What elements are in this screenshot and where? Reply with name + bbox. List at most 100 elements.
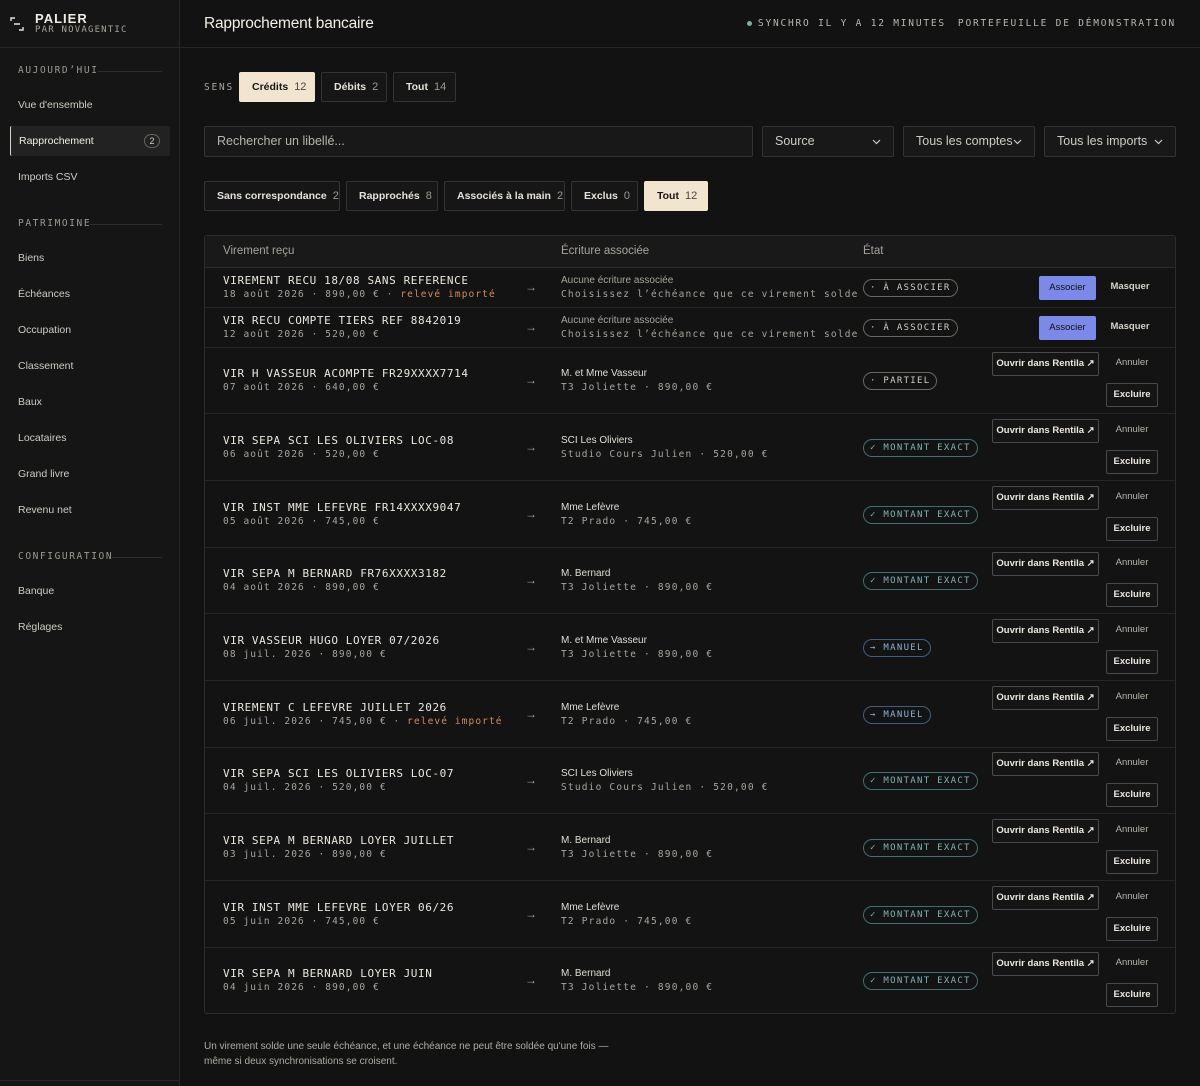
open-in-rentila-button[interactable]: Ouvrir dans Rentila ↗ [992,752,1099,776]
open-in-rentila-button[interactable]: Ouvrir dans Rentila ↗ [992,885,1099,910]
sidebar-item-overview[interactable]: Vue d'ensemble [10,90,170,120]
entry-cell: M. Bernard T3 Joliette · 890,00 € [561,835,713,860]
tab-label: Associés à la main [457,190,551,202]
associate-button[interactable]: Associer [1039,276,1096,300]
search-input[interactable]: Rechercher un libellé... [204,126,753,157]
cancel-button[interactable]: Annuler [1107,552,1157,576]
sidebar-item-locataires[interactable]: Locataires [10,423,170,453]
tab-label: Sans correspondance [217,190,327,202]
transfer-meta: 08 juil. 2026 · 890,00 € [223,649,440,660]
sidebar-item-biens[interactable]: Biens [10,243,170,273]
entry-detail: T2 Prado · 745,00 € [561,515,693,527]
transfer-date-amount: 07 août 2026 · 640,00 € [223,382,380,393]
hide-button[interactable]: Masquer [1105,316,1155,340]
footnote: Un virement solde une seule échéance, et… [204,1041,609,1067]
associate-button[interactable]: Associer [1039,316,1096,340]
status-badge: ✓ MONTANT EXACT [863,772,978,790]
exclude-button[interactable]: Excluire [1106,849,1158,874]
cancel-button[interactable]: Annuler [1107,619,1157,643]
accounts-select[interactable]: Tous les comptes [903,126,1035,157]
cancel-button[interactable]: Annuler [1107,952,1157,976]
transfer-label: VIR RECU COMPTE TIERS REF 8842019 [223,314,462,327]
sidebar-item-classement[interactable]: Classement [10,351,170,381]
header: Rapprochement bancaire SYNCHRO IL Y A 12… [180,0,1200,48]
tab-reconciled[interactable]: Rapprochés 8 [346,181,438,211]
cancel-button[interactable]: Annuler [1107,352,1157,376]
transfer-date-amount: 06 août 2026 · 520,00 € [223,448,380,460]
cancel-button[interactable]: Annuler [1107,886,1157,910]
sidebar-item-revenu-net[interactable]: Revenu net [10,495,170,525]
tab-manual[interactable]: Associés à la main 2 [444,181,565,211]
sidebar-item-reglages[interactable]: Réglages [10,612,170,642]
section-title-label: AUJOURD’HUI [18,65,99,76]
transfer-meta: 03 juil. 2026 · 890,00 € [223,849,454,860]
chevron-down-icon [872,139,881,145]
table-row: VIR SEPA M BERNARD LOYER JUILLET 03 juil.… [205,814,1175,881]
exclude-button[interactable]: Excluire [1106,383,1158,407]
exclude-button[interactable]: Excluire [1106,983,1158,1007]
open-in-rentila-button[interactable]: Ouvrir dans Rentila ↗ [992,685,1099,710]
cancel-button[interactable]: Annuler [1107,686,1157,710]
cancel-button[interactable]: Annuler [1107,752,1157,776]
entry-title: M. et Mme Vasseur [561,634,647,646]
status-badge: · À ASSOCIER [863,279,958,297]
cancel-button[interactable]: Annuler [1107,419,1157,443]
tab-unmatched[interactable]: Sans correspondance 2 [204,181,340,211]
hide-button[interactable]: Masquer [1105,276,1155,300]
entry-cell: Aucune écriture associée Choisissez l’éch… [561,315,859,340]
brand-name: PALIER [35,11,88,26]
transfer-label: VIR SEPA SCI LES OLIVIERS LOC-08 [223,433,455,447]
entry-title: M. et Mme Vasseur [561,368,647,379]
sidebar-item-csv-imports[interactable]: Imports CSV [10,162,170,192]
pill-count: 2 [372,81,379,93]
tab-excluded[interactable]: Exclus 0 [571,181,638,211]
entry-cell: M. Bernard T3 Joliette · 890,00 € [561,568,713,593]
exclude-button[interactable]: Excluire [1106,716,1158,741]
entry-title: Mme Lefèvre [561,901,620,913]
status-badge: ✓ MONTANT EXACT [863,438,978,457]
open-in-rentila-button[interactable]: Ouvrir dans Rentila ↗ [992,952,1099,976]
entry-cell: SCI Les Oliviers Studio Cours Julien · 52… [561,435,769,460]
imports-select[interactable]: Tous les imports [1044,126,1176,157]
sidebar-item-occupation[interactable]: Occupation [10,315,170,345]
source-select[interactable]: Source [762,126,894,157]
cancel-button[interactable]: Annuler [1107,486,1157,510]
entry-title: Aucune écriture associée [561,315,674,326]
exclude-button[interactable]: Excluire [1106,583,1158,607]
sens-debits-button[interactable]: Débits 2 [321,72,387,102]
open-in-rentila-button[interactable]: Ouvrir dans Rentila ↗ [992,352,1099,376]
open-in-rentila-button[interactable]: Ouvrir dans Rentila ↗ [992,552,1099,576]
entry-title: M. Bernard [561,834,611,846]
sidebar-item-label: Vue d'ensemble [18,99,93,111]
sidebar-item-grand-livre[interactable]: Grand livre [10,459,170,489]
exclude-button[interactable]: Excluire [1106,516,1158,541]
chevron-down-icon [1154,139,1163,145]
select-value: Tous les comptes [916,134,1013,148]
entry-cell: M. et Mme Vasseur T3 Joliette · 890,00 € [561,635,713,660]
open-in-rentila-button[interactable]: Ouvrir dans Rentila ↗ [992,418,1099,443]
transfer-label: VIR INST MME LEFEVRE LOYER 06/26 [223,900,455,914]
cancel-button[interactable]: Annuler [1107,819,1157,843]
sidebar-item-banque[interactable]: Banque [10,576,170,606]
sidebar-item-baux[interactable]: Baux [10,387,170,417]
imported-flag: · relevé importé [379,289,496,300]
exclude-button[interactable]: Excluire [1106,916,1158,941]
transfer-cell: VIR SEPA M BERNARD LOYER JUIN 04 juin 202… [223,967,432,993]
portfolio-label[interactable]: PORTEFEUILLE DE DÉMONSTRATION [958,18,1176,29]
brand[interactable]: PALIER PAR NOVAGENTIC [10,11,175,39]
sidebar-item-reconciliation[interactable]: Rapprochement 2 [10,126,170,156]
open-in-rentila-button[interactable]: Ouvrir dans Rentila ↗ [992,485,1099,510]
status-badge: → MANUEL [863,705,931,724]
exclude-button[interactable]: Excluire [1106,449,1158,474]
sens-credits-button[interactable]: Crédits 12 [239,72,315,102]
exclude-button[interactable]: Excluire [1106,783,1158,807]
transfer-cell: VIR SEPA M BERNARD LOYER JUILLET 03 juil.… [223,834,454,860]
sens-all-button[interactable]: Tout 14 [393,72,456,102]
transfer-meta: 06 juil. 2026 · 745,00 € · relevé import… [223,716,503,727]
open-in-rentila-button[interactable]: Ouvrir dans Rentila ↗ [992,818,1099,843]
tab-all[interactable]: Tout 12 [644,181,708,211]
sidebar-item-echeances[interactable]: Échéances [10,279,170,309]
entry-detail: Studio Cours Julien · 520,00 € [561,448,769,460]
open-in-rentila-button[interactable]: Ouvrir dans Rentila ↗ [992,618,1099,643]
exclude-button[interactable]: Excluire [1106,649,1158,674]
